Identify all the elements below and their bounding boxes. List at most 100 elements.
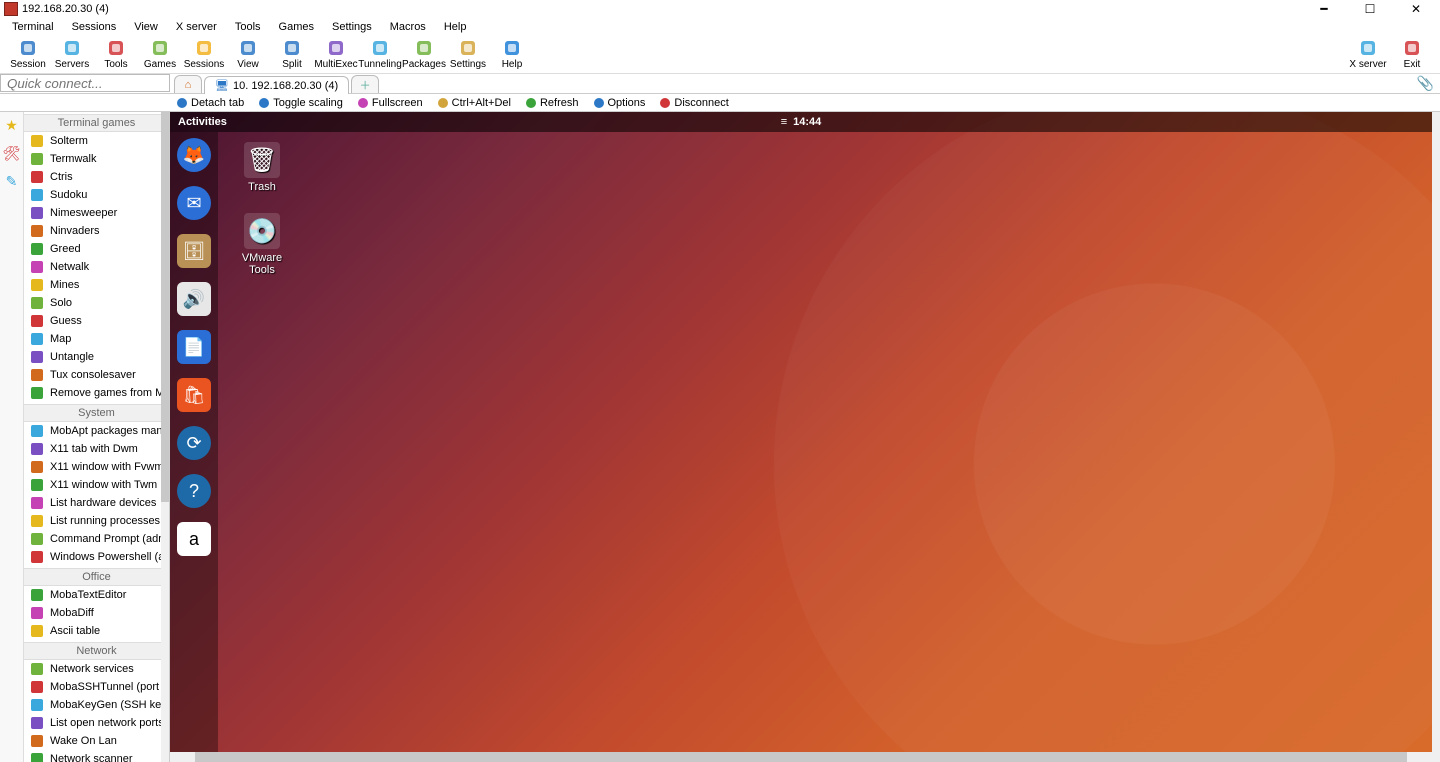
tree-item-label: Untangle [50,351,94,363]
toolbar-games[interactable]: Games [138,38,182,70]
tree-item[interactable]: MobaSSHTunnel (port forw [24,678,169,696]
desktop-icon-trash[interactable]: 🗑 Trash [230,142,294,193]
tree-item[interactable]: Solo [24,294,169,312]
tree-item[interactable]: X11 tab with Dwm [24,440,169,458]
minimize-button[interactable]: ━ [1310,2,1338,16]
tree-item[interactable]: Guess [24,312,169,330]
menu-terminal[interactable]: Terminal [4,20,62,34]
tree-item-icon [30,752,44,762]
toolbar-tools[interactable]: Tools [94,38,138,70]
tree-item[interactable]: Ascii table [24,622,169,640]
tree-item[interactable]: MobaDiff [24,604,169,622]
thunderbird-icon[interactable]: ✉ [177,186,211,220]
tree-item[interactable]: Greed [24,240,169,258]
menu-tools[interactable]: Tools [227,20,269,34]
close-button[interactable]: ✕ [1402,2,1430,16]
window-controls: ━ ☐ ✕ [1310,2,1436,16]
tree-item[interactable]: Map [24,330,169,348]
tree-item[interactable]: Remove games from MobaX [24,384,169,402]
tree-item[interactable]: Command Prompt (admin) [24,530,169,548]
menu-sessions[interactable]: Sessions [64,20,125,34]
tree-item[interactable]: Solterm [24,132,169,150]
tree-item[interactable]: Untangle [24,348,169,366]
toolbar-settings[interactable]: Settings [446,38,490,70]
tab-home[interactable]: ⌂ [174,75,202,93]
remote-hscroll[interactable] [170,752,1432,762]
tree-item[interactable]: Netwalk [24,258,169,276]
subbar-toggle-scaling[interactable]: Toggle scaling [258,97,343,109]
tree-item[interactable]: Termwalk [24,150,169,168]
software-icon[interactable]: 🛍 [177,378,211,412]
subbar-ctrl-alt-del[interactable]: Ctrl+Alt+Del [437,97,511,109]
rail-tools-icon[interactable]: 🛠 [3,144,21,162]
tree-item[interactable]: Ctris [24,168,169,186]
toolbar-session[interactable]: Session [6,38,50,70]
sidebar-tree[interactable]: Terminal gamesSoltermTermwalkCtrisSudoku… [24,112,170,762]
tree-item[interactable]: MobaTextEditor [24,586,169,604]
toolbar-split[interactable]: Split [270,38,314,70]
trash-icon: 🗑 [244,142,280,178]
toolbar: SessionServersToolsGamesSessionsViewSpli… [0,36,1440,74]
toolbar-packages[interactable]: Packages [402,38,446,70]
subbar-detach-tab[interactable]: Detach tab [176,97,244,109]
subbar-disconnect[interactable]: Disconnect [659,97,728,109]
quick-connect-input[interactable] [0,74,170,92]
rail-star-icon[interactable]: ★ [3,116,21,134]
tree-item[interactable]: Network scanner [24,750,169,762]
tree-item[interactable]: Sudoku [24,186,169,204]
toolbar-sessions[interactable]: Sessions [182,38,226,70]
menu-macros[interactable]: Macros [382,20,434,34]
desktop-icon-label: Trash [248,181,276,193]
menu-x-server[interactable]: X server [168,20,225,34]
tab-session-active[interactable]: 🖥 10. 192.168.20.30 (4) [204,76,349,94]
tree-item[interactable]: X11 window with Twm [24,476,169,494]
toolbar-help[interactable]: Help [490,38,534,70]
subbar-refresh[interactable]: Refresh [525,97,579,109]
tree-item[interactable]: Nimesweeper [24,204,169,222]
attach-icon[interactable]: 📎 [1417,74,1434,93]
tree-item[interactable]: List hardware devices [24,494,169,512]
tree-item-icon [30,170,44,184]
toolbar-multiexec[interactable]: MultiExec [314,38,358,70]
tree-item[interactable]: Wake On Lan [24,732,169,750]
toolbar-servers[interactable]: Servers [50,38,94,70]
toolbar-tunneling[interactable]: Tunneling [358,38,402,70]
tree-item[interactable]: Mines [24,276,169,294]
ubuntu-clock-area[interactable]: ≡ 14:44 [781,116,822,128]
tree-item-icon [30,716,44,730]
tree-item[interactable]: MobApt packages manager [24,422,169,440]
menu-games[interactable]: Games [271,20,322,34]
subbar-fullscreen[interactable]: Fullscreen [357,97,423,109]
tree-item[interactable]: Network services [24,660,169,678]
tree-item-label: MobaSSHTunnel (port forw [50,681,169,693]
tree-item[interactable]: List open network ports [24,714,169,732]
tree-item[interactable]: Ninvaders [24,222,169,240]
desktop-icon-vmware-tools[interactable]: 💿VMware Tools [230,213,294,276]
rhythmbox-icon[interactable]: 🔊 [177,282,211,316]
tab-new[interactable]: ＋ [351,75,379,93]
tree-item[interactable]: Tux consolesaver [24,366,169,384]
files-icon[interactable]: 🗄 [177,234,211,268]
updater-icon[interactable]: ⟳ [177,426,211,460]
tree-item[interactable]: MobaKeyGen (SSH key gen [24,696,169,714]
toolbar-view[interactable]: View [226,38,270,70]
toolbar-x-server[interactable]: X server [1346,38,1390,70]
tree-item[interactable]: Windows Powershell (admi [24,548,169,566]
menu-settings[interactable]: Settings [324,20,380,34]
subbar-options[interactable]: Options [593,97,646,109]
amazon-icon[interactable]: a [177,522,211,556]
activities-button[interactable]: Activities [178,116,227,128]
menu-help[interactable]: Help [436,20,475,34]
tree-scrollbar[interactable] [161,112,169,762]
writer-icon[interactable]: 📄 [177,330,211,364]
tree-item-label: Nimesweeper [50,207,117,219]
tree-item[interactable]: X11 window with Fvwm [24,458,169,476]
tree-item[interactable]: List running processes [24,512,169,530]
menu-view[interactable]: View [126,20,166,34]
toolbar-exit[interactable]: Exit [1390,38,1434,70]
maximize-button[interactable]: ☐ [1356,2,1384,16]
ubuntu-desktop[interactable]: Activities ≡ 14:44 🦊 ✉ 🗄 🔊 📄 🛍 ⟳? a 🗑 Trash 💿VMwa… [170,112,1432,752]
firefox-icon[interactable]: 🦊 [177,138,211,172]
rail-macros-icon[interactable]: ✎ [3,172,21,190]
help-icon[interactable]: ? [177,474,211,508]
